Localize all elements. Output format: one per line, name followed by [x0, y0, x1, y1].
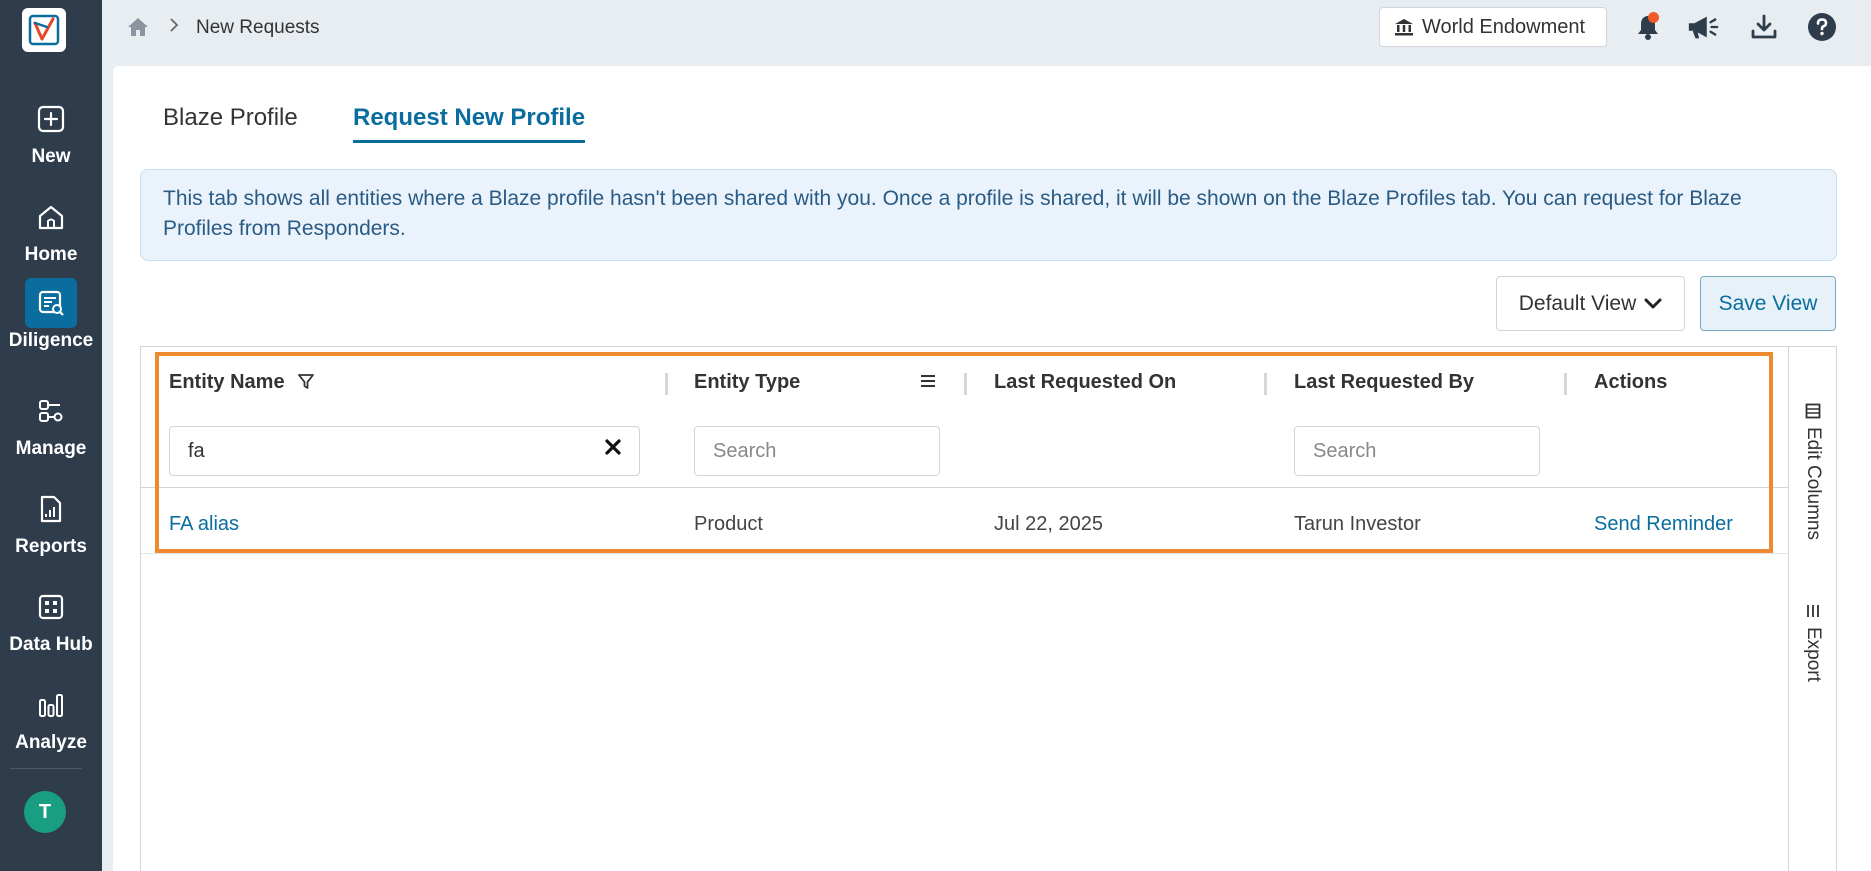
sidebar-item-label: Diligence: [8, 330, 94, 351]
grid-body: Entity Name Entity Type Last Requested O…: [141, 347, 1788, 871]
sidebar: New Home Diligence Manage Reports Data H…: [0, 0, 102, 871]
organization-selector[interactable]: World Endowment: [1379, 7, 1607, 47]
sidebar-item-label: Data Hub: [9, 634, 93, 655]
sidebar-item-data-hub[interactable]: Data Hub: [0, 576, 102, 660]
plus-square-icon: [25, 94, 77, 144]
breadcrumb-current: New Requests: [196, 17, 320, 38]
data-hub-icon: [25, 582, 77, 632]
sidebar-item-label: Manage: [15, 438, 87, 459]
columns-icon: [1805, 403, 1821, 419]
sidebar-item-reports[interactable]: Reports: [0, 478, 102, 562]
diligence-icon: [25, 278, 77, 328]
help-button[interactable]: [1805, 10, 1839, 44]
megaphone-icon: [1688, 16, 1719, 39]
column-menu-icon[interactable]: [919, 373, 937, 394]
edit-columns-button[interactable]: Edit Columns: [1789, 403, 1837, 540]
column-header-last-requested-on[interactable]: Last Requested On: [994, 371, 1176, 394]
downloads-button[interactable]: [1747, 10, 1781, 44]
sidebar-item-new[interactable]: New: [0, 88, 102, 172]
column-header-entity-name[interactable]: Entity Name: [169, 371, 285, 394]
chevron-right-icon: [168, 16, 180, 39]
export-label: Export: [1803, 627, 1824, 682]
row-divider: [141, 553, 1788, 554]
header-divider: [141, 487, 1788, 488]
avatar[interactable]: T: [24, 791, 66, 833]
filter-icon[interactable]: [297, 373, 315, 396]
manage-icon: [25, 386, 77, 436]
sidebar-item-diligence[interactable]: Diligence: [0, 272, 102, 356]
export-icon: [1807, 605, 1819, 617]
sidebar-item-analyze[interactable]: Analyze: [0, 674, 102, 758]
save-view-button[interactable]: Save View: [1700, 276, 1836, 331]
help-icon: [1808, 13, 1836, 41]
info-banner: This tab shows all entities where a Blaz…: [140, 169, 1837, 261]
sidebar-divider: [10, 768, 82, 769]
last-requested-by-filter-input[interactable]: [1294, 426, 1540, 476]
bank-icon: [1395, 19, 1413, 36]
column-resize-handle[interactable]: [1264, 373, 1267, 395]
sidebar-item-label: Reports: [15, 536, 87, 557]
logo-icon: [28, 14, 60, 46]
column-header-last-requested-by[interactable]: Last Requested By: [1294, 371, 1474, 394]
reports-icon: [25, 484, 77, 534]
sidebar-item-label: New: [31, 146, 71, 167]
announcements-button[interactable]: [1686, 10, 1720, 44]
edit-columns-label: Edit Columns: [1803, 427, 1824, 540]
sidebar-item-home[interactable]: Home: [0, 186, 102, 270]
notification-dot: [1648, 12, 1659, 23]
entity-type-cell: Product: [694, 513, 763, 535]
home-icon: [128, 18, 148, 36]
entity-name-filter-input[interactable]: [169, 426, 640, 476]
breadcrumb-home[interactable]: [126, 16, 150, 43]
column-header-entity-type[interactable]: Entity Type: [694, 371, 800, 394]
last-requested-on-cell: Jul 22, 2025: [994, 513, 1103, 535]
last-requested-by-cell: Tarun Investor: [1294, 513, 1421, 535]
export-button[interactable]: Export: [1789, 603, 1837, 682]
notifications-button[interactable]: [1631, 10, 1665, 44]
app-logo[interactable]: [22, 8, 66, 52]
organization-name: World Endowment: [1422, 15, 1586, 38]
tab-blaze-profile[interactable]: Blaze Profile: [163, 104, 298, 140]
main-content: Blaze Profile Request New Profile This t…: [113, 66, 1871, 871]
sidebar-item-label: Home: [24, 244, 78, 265]
default-view-label: Default View: [1518, 291, 1637, 315]
default-view-dropdown[interactable]: Default View: [1496, 276, 1685, 331]
home-icon: [25, 192, 77, 242]
grid-side-panel: Edit Columns Export: [1788, 347, 1836, 871]
entity-type-filter-input[interactable]: [694, 426, 940, 476]
download-icon: [1751, 14, 1777, 39]
analyze-icon: [25, 680, 77, 730]
column-header-actions: Actions: [1594, 371, 1668, 393]
top-bar: New Requests World Endowment: [102, 0, 1871, 56]
tab-request-new-profile[interactable]: Request New Profile: [353, 104, 586, 143]
column-resize-handle[interactable]: [964, 373, 967, 395]
sidebar-item-manage[interactable]: Manage: [0, 380, 102, 464]
data-grid: Entity Name Entity Type Last Requested O…: [140, 346, 1837, 871]
sidebar-item-label: Analyze: [15, 732, 87, 753]
column-resize-handle[interactable]: [665, 373, 668, 395]
column-resize-handle[interactable]: [1564, 373, 1567, 395]
send-reminder-link[interactable]: Send Reminder: [1594, 513, 1733, 536]
chevron-down-icon: [1644, 298, 1662, 308]
entity-name-link[interactable]: FA alias: [169, 513, 239, 536]
clear-filter-icon[interactable]: [604, 438, 622, 461]
